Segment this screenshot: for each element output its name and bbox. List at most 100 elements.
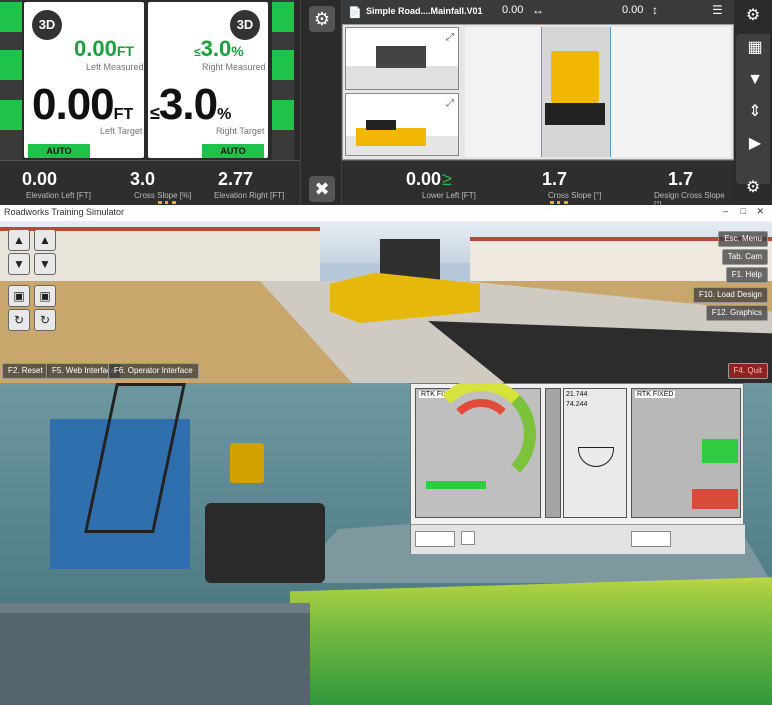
- cross-slope-deg-dots: [550, 201, 568, 204]
- cross-slope-value: 3.0: [130, 169, 156, 189]
- lower-left-value: 0.00: [406, 169, 442, 189]
- document-icon[interactable]: 📄: [348, 6, 362, 19]
- on-grade-icon: ≥: [442, 169, 452, 189]
- design-cross-slope-value: 1.7: [668, 169, 694, 189]
- barge: [0, 613, 310, 705]
- cross-slope-deg-caption: Cross Slope [°]: [548, 191, 602, 200]
- plan-view[interactable]: [465, 27, 731, 157]
- maximize-icon[interactable]: □: [741, 206, 746, 216]
- left-ongrade-indicator: [0, 50, 22, 80]
- right-target-unit: %: [217, 106, 232, 123]
- expand-icon[interactable]: ⤢: [446, 32, 454, 43]
- right-up-control[interactable]: ▲: [34, 229, 56, 251]
- horizontal-offset-value: 0.00: [502, 4, 524, 16]
- left-gauge[interactable]: 3D 0.00FT Left Measured 0.00FT Left Targ…: [24, 2, 144, 158]
- machine-settings-icon[interactable]: ⚙: [738, 174, 768, 202]
- right-measured-caption: Right Measured: [202, 62, 266, 72]
- left-down-indicator: [0, 100, 22, 130]
- elevation-right-value: 2.77: [218, 169, 254, 189]
- right-target-caption: Right Target: [216, 126, 265, 136]
- side-view-top[interactable]: ⤢: [345, 27, 459, 90]
- paver-side-cab: [366, 120, 396, 130]
- paver-silhouette: [376, 46, 426, 68]
- raise-lower-icon[interactable]: ⇕: [740, 98, 770, 126]
- project-name[interactable]: Simple Road....Mainfall.V01: [366, 6, 483, 16]
- crane-hook: [230, 443, 264, 483]
- right-gauge[interactable]: 3D ≤3.0% Right Measured ≤3.0% Right Targ…: [148, 2, 268, 158]
- operator-interface-button[interactable]: F6. Operator Interface: [108, 363, 199, 379]
- left-target-unit: FT: [113, 106, 134, 123]
- plan-depth-view[interactable]: RTK FIXED: [415, 383, 541, 518]
- right-auto-button[interactable]: AUTO: [202, 144, 264, 158]
- elevation-left-caption: Elevation Left [FT]: [26, 191, 91, 200]
- right-mode-control[interactable]: ▣: [34, 285, 56, 307]
- readout-2: 74.244: [566, 401, 588, 408]
- minimize-icon[interactable]: –: [723, 206, 728, 216]
- rtk-status-right: RTK FIXED: [635, 391, 676, 398]
- left-up-control[interactable]: ▲: [8, 229, 30, 251]
- grade-control-panel: 3D 0.00FT Left Measured 0.00FT Left Targ…: [0, 0, 772, 209]
- ground-strip: [346, 66, 458, 89]
- close-icon[interactable]: ✕: [756, 206, 764, 217]
- window-title: Roadworks Training Simulator: [4, 207, 125, 217]
- settings-swap-icon[interactable]: ⚙: [309, 6, 335, 32]
- left-up-indicator: [0, 2, 22, 32]
- simulator-scene[interactable]: ▲ ▲ ▼ ▼ ▣ ▣ ↻ ↻ Esc. Menu Tab. Cam F1. H…: [0, 221, 772, 383]
- green-zone: [426, 481, 486, 489]
- control-checkbox[interactable]: [461, 531, 475, 545]
- left-target-caption: Left Target: [100, 126, 143, 136]
- quit-button[interactable]: F4. Quit: [727, 363, 768, 379]
- device-icon[interactable]: ▦: [740, 34, 770, 62]
- cross-slope-caption: Cross Slope [%]: [134, 191, 192, 200]
- red-depth-patch: [692, 489, 738, 509]
- right-tool-tray: ▦ ▼ ⇕ ▶: [736, 34, 770, 184]
- side-view-bottom[interactable]: ⤢: [345, 93, 459, 156]
- dredge-monitor-window[interactable]: RTK FIXED 21.744 74.244 RTK FIXED: [410, 383, 745, 554]
- control-field[interactable]: [415, 531, 455, 547]
- left-mode-control[interactable]: ▣: [8, 285, 30, 307]
- menu-button[interactable]: Esc. Menu: [718, 231, 768, 247]
- elevation-right-caption: Elevation Right [FT]: [214, 191, 285, 200]
- window-titlebar: Roadworks Training Simulator – □ ✕: [0, 205, 772, 221]
- right-status-bar: 0.00 ≥ Lower Left [FT] 1.7 Cross Slope […: [342, 160, 734, 209]
- paver-screed: [545, 103, 605, 125]
- left-down-control[interactable]: ▼: [8, 253, 30, 275]
- right-down-indicator: [272, 100, 294, 130]
- profile-view[interactable]: 21.744 74.244: [563, 388, 627, 518]
- load-design-button[interactable]: F10. Load Design: [692, 287, 768, 303]
- vertical-offset-icon[interactable]: ↕: [652, 3, 658, 17]
- graphics-button[interactable]: F12. Graphics: [705, 305, 768, 321]
- right-down-control[interactable]: ▼: [34, 253, 56, 275]
- right-auto-control[interactable]: ↻: [34, 309, 56, 331]
- layers-icon[interactable]: ☰: [712, 3, 723, 17]
- reset-button[interactable]: F2. Reset: [2, 363, 49, 379]
- right-target: ≤3.0%: [150, 80, 232, 129]
- right-measured: ≤3.0%: [194, 36, 244, 61]
- settings-icon[interactable]: ⚙: [738, 2, 768, 30]
- 3d-viewport[interactable]: ⤢ ⤢ ↻: [342, 24, 734, 160]
- right-ongrade-indicator: [272, 50, 294, 80]
- left-auto-control[interactable]: ↻: [8, 309, 30, 331]
- vertical-offset-value: 0.00: [622, 4, 644, 16]
- left-indicator-strip: [0, 0, 22, 160]
- left-measured-unit: FT: [116, 43, 134, 59]
- camera-button[interactable]: Tab. Cam: [721, 249, 768, 265]
- left-auto-button[interactable]: AUTO: [28, 144, 90, 158]
- monitor-controls[interactable]: [411, 524, 745, 554]
- screed-icon[interactable]: ▼: [740, 66, 770, 94]
- cross-slope-selected-dots: [158, 201, 176, 204]
- elevation-left-value: 0.00: [22, 169, 58, 189]
- project-header: 📄 Simple Road....Mainfall.V01 0.00 ↔ 0.0…: [342, 0, 734, 24]
- play-icon[interactable]: ▶: [740, 130, 770, 158]
- left-measured: 0.00FT: [74, 36, 134, 62]
- control-field-2[interactable]: [631, 531, 671, 547]
- lower-left-caption: Lower Left [FT]: [422, 191, 476, 200]
- cross-slope-deg-value: 1.7: [542, 169, 568, 189]
- expand-icon[interactable]: ⤢: [446, 98, 454, 109]
- tools-icon[interactable]: ✖: [309, 176, 335, 202]
- 3d-depth-view[interactable]: RTK FIXED: [631, 388, 741, 518]
- horizontal-offset-icon[interactable]: ↔: [532, 3, 544, 17]
- dredging-view: RTK FIXED 21.744 74.244 RTK FIXED: [0, 383, 772, 705]
- help-button[interactable]: F1. Help: [725, 267, 768, 283]
- left-measured-caption: Left Measured: [86, 62, 144, 72]
